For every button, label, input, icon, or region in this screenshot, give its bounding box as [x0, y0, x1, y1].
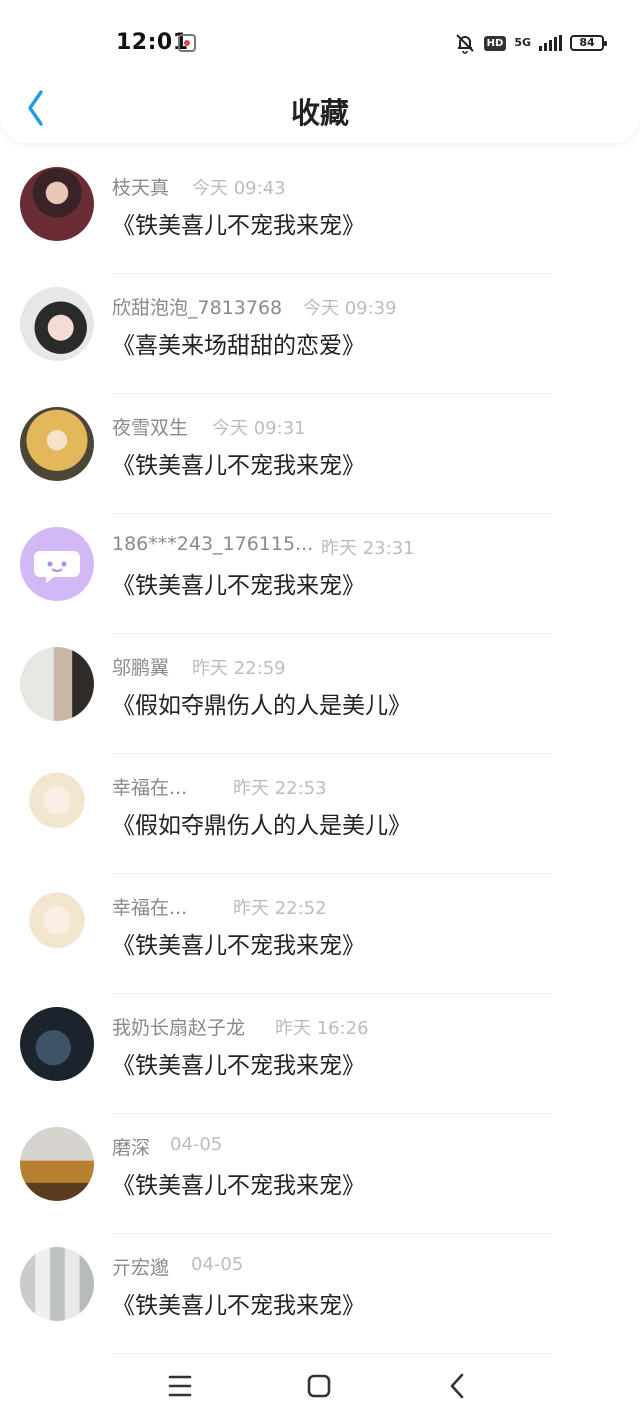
avatar[interactable]	[20, 1247, 94, 1321]
header: 收藏	[0, 80, 640, 138]
favorite-time: 04-05	[191, 1254, 244, 1275]
list-item[interactable]: 亓宏邈 04-05 《铁美喜儿不宠我来宠》	[0, 1234, 640, 1354]
list-item[interactable]: 夜雪双生 今天 09:31 《铁美喜儿不宠我来宠》	[0, 394, 640, 514]
favorites-list: 枝天真 今天 09:43 《铁美喜儿不宠我来宠》 欣甜泡泡_7813768 今天…	[0, 154, 640, 1354]
favorite-title: 《铁美喜儿不宠我来宠》	[112, 1293, 365, 1319]
favorite-time: 今天 09:31	[212, 418, 306, 439]
list-item[interactable]: 邬鹏翼 昨天 22:59 《假如夺鼎伤人的人是美儿》	[0, 634, 640, 754]
favorite-title: 《铁美喜儿不宠我来宠》	[112, 1053, 365, 1079]
avatar[interactable]	[20, 287, 94, 361]
battery-icon: 84	[570, 35, 607, 51]
page-title: 收藏	[290, 96, 349, 130]
avatar[interactable]	[20, 527, 94, 601]
user-name: 我奶长扇赵子龙	[112, 1017, 246, 1039]
user-name: 幸福在...	[112, 897, 188, 919]
user-name: 邬鹏翼	[112, 657, 170, 679]
divider	[112, 1353, 552, 1354]
list-item[interactable]: 枝天真 今天 09:43 《铁美喜儿不宠我来宠》	[0, 154, 640, 274]
favorite-time: 今天 09:39	[303, 298, 397, 319]
favorite-time: 昨天 23:31	[321, 538, 415, 559]
app-notification-icon	[178, 34, 196, 52]
avatar[interactable]	[20, 647, 94, 721]
status-icons: HD 5G 84	[454, 32, 607, 54]
favorite-time: 今天 09:43	[192, 178, 286, 199]
favorite-title: 《喜美来场甜甜的恋爱》	[112, 333, 365, 359]
signal-icon	[539, 35, 562, 51]
favorite-title: 《铁美喜儿不宠我来宠》	[112, 573, 365, 599]
list-item[interactable]: 幸福在... 昨天 22:53 《假如夺鼎伤人的人是美儿》	[0, 754, 640, 874]
hd-badge: HD	[483, 35, 507, 51]
user-name: 幸福在...	[112, 777, 188, 799]
list-item[interactable]: 186***243_176115... 昨天 23:31 《铁美喜儿不宠我来宠》	[0, 514, 640, 634]
favorite-title: 《铁美喜儿不宠我来宠》	[112, 933, 365, 959]
home-icon	[307, 1374, 331, 1398]
list-item[interactable]: 我奶长扇赵子龙 昨天 16:26 《铁美喜儿不宠我来宠》	[0, 994, 640, 1114]
favorite-time: 04-05	[170, 1134, 223, 1155]
status-bar: 12:01 HD 5G 84	[0, 24, 640, 64]
system-nav-bar	[0, 1358, 640, 1422]
back-icon	[450, 1373, 464, 1399]
user-name: 枝天真	[112, 177, 170, 199]
avatar[interactable]	[20, 767, 94, 841]
favorite-title: 《铁美喜儿不宠我来宠》	[112, 453, 365, 479]
favorite-title: 《铁美喜儿不宠我来宠》	[112, 213, 365, 239]
bell-muted-icon	[455, 34, 474, 54]
avatar[interactable]	[20, 1127, 94, 1201]
favorite-title: 《假如夺鼎伤人的人是美儿》	[112, 813, 411, 839]
user-name: 186***243_176115...	[112, 533, 314, 555]
list-item[interactable]: 欣甜泡泡_7813768 今天 09:39 《喜美来场甜甜的恋爱》	[0, 274, 640, 394]
avatar[interactable]	[20, 167, 94, 241]
list-item[interactable]: 幸福在... 昨天 22:52 《铁美喜儿不宠我来宠》	[0, 874, 640, 994]
network-type: 5G	[514, 36, 531, 49]
avatar[interactable]	[20, 1007, 94, 1081]
avatar[interactable]	[20, 407, 94, 481]
favorite-time: 昨天 22:53	[233, 778, 327, 799]
list-item[interactable]: 磨深 04-05 《铁美喜儿不宠我来宠》	[0, 1114, 640, 1234]
home-button[interactable]	[297, 1366, 341, 1406]
favorite-time: 昨天 22:52	[233, 898, 327, 919]
menu-button[interactable]	[158, 1366, 202, 1406]
nav-back-button[interactable]	[436, 1366, 480, 1406]
user-name: 亓宏邈	[112, 1257, 170, 1279]
top-bar: 12:01 HD 5G 84 收藏	[0, 0, 640, 143]
favorite-time: 昨天 16:26	[275, 1018, 369, 1039]
user-name: 夜雪双生	[112, 417, 189, 439]
favorite-title: 《铁美喜儿不宠我来宠》	[112, 1173, 365, 1199]
menu-icon	[168, 1375, 192, 1397]
user-name: 磨深	[112, 1137, 151, 1159]
chat-bubble-icon	[34, 551, 80, 583]
user-name: 欣甜泡泡_7813768	[112, 297, 283, 319]
favorite-title: 《假如夺鼎伤人的人是美儿》	[112, 693, 411, 719]
avatar[interactable]	[20, 887, 94, 961]
favorite-time: 昨天 22:59	[192, 658, 286, 679]
